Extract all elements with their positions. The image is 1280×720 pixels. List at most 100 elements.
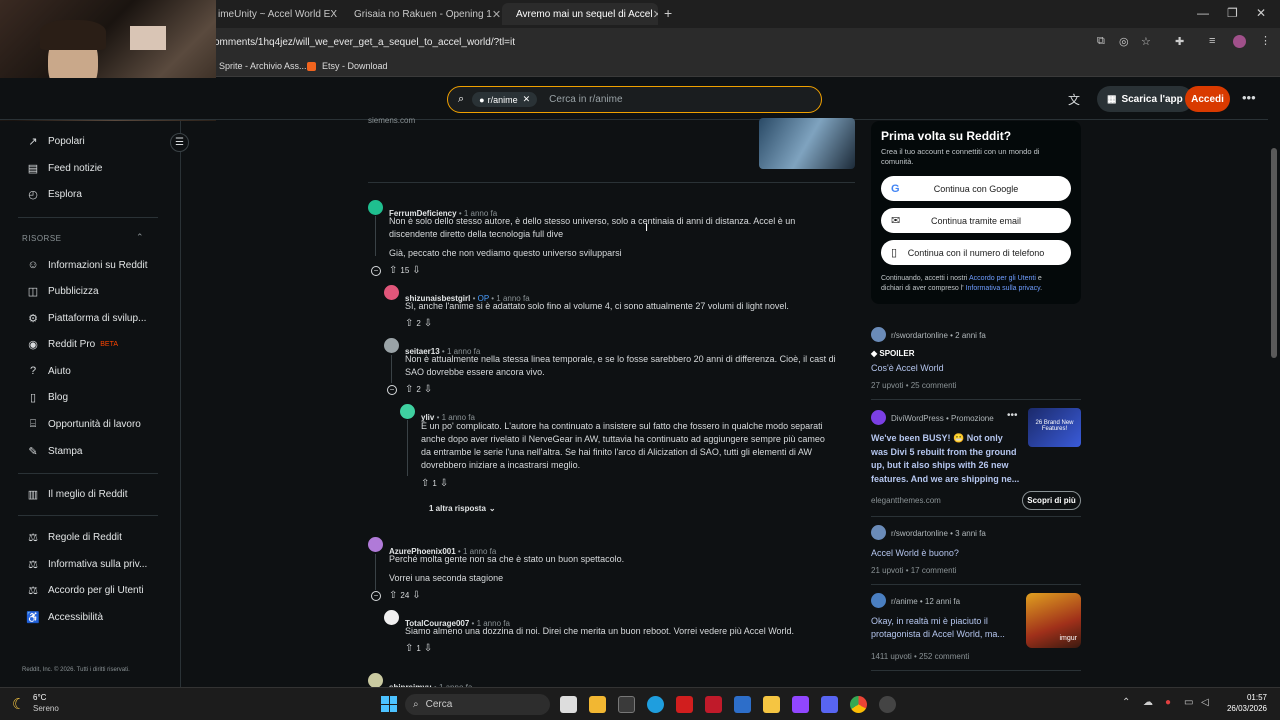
- chip-close-icon[interactable]: ✕: [523, 94, 531, 105]
- collapse-thread-icon[interactable]: −: [371, 591, 381, 601]
- sidebar-item-help[interactable]: ? Aiuto: [26, 365, 71, 377]
- collapse-thread-icon[interactable]: −: [387, 385, 397, 395]
- subreddit-avatar[interactable]: [871, 327, 886, 342]
- app-l-icon[interactable]: [676, 696, 693, 713]
- avatar[interactable]: [368, 200, 383, 215]
- card-subreddit[interactable]: r/anime • 12 anni fa: [891, 597, 960, 606]
- search-placeholder[interactable]: Cerca in r/anime: [549, 94, 622, 105]
- avatar[interactable]: [384, 285, 399, 300]
- chevron-up-icon[interactable]: ⌃: [1122, 697, 1130, 708]
- settings-icon[interactable]: [879, 696, 896, 713]
- clock-time[interactable]: 01:57: [1217, 693, 1267, 702]
- upvote-icon[interactable]: ⇧: [421, 478, 429, 489]
- card-title[interactable]: Okay, in realtà mi è piaciuto il protago…: [871, 615, 1005, 641]
- mail-app-icon[interactable]: [734, 696, 751, 713]
- downvote-icon[interactable]: ⇩: [440, 478, 448, 489]
- weather-moon-icon[interactable]: ☾: [12, 695, 25, 713]
- ad-domain[interactable]: siemens.com: [368, 116, 415, 125]
- clock-date[interactable]: 26/03/2026: [1217, 704, 1267, 713]
- card-thumbnail[interactable]: imgur: [1026, 593, 1081, 648]
- sidebar-item-explore[interactable]: ◴ Esplora: [26, 188, 82, 201]
- subreddit-avatar[interactable]: [871, 525, 886, 540]
- search-bar[interactable]: ⌕ ● r/anime ✕ Cerca in r/anime: [447, 86, 822, 113]
- task-view-icon[interactable]: [560, 696, 577, 713]
- url-field[interactable]: omments/1hq4jez/will_we_ever_get_a_seque…: [214, 37, 515, 48]
- ad-thumbnail[interactable]: [759, 118, 855, 169]
- weather-temp[interactable]: 6°C: [33, 693, 46, 702]
- extensions-icon[interactable]: ✚: [1175, 35, 1184, 48]
- minimize-icon[interactable]: —: [1197, 6, 1209, 20]
- user-agreement-link[interactable]: Accordo per gli Utenti: [969, 275, 1036, 282]
- more-options-icon[interactable]: •••: [1007, 410, 1018, 421]
- upvote-icon[interactable]: ⇧: [405, 643, 413, 654]
- more-options-icon[interactable]: •••: [1242, 90, 1256, 105]
- windows-start-icon[interactable]: [381, 696, 397, 712]
- continue-email-button[interactable]: ✉ Continua tramite email: [881, 208, 1071, 233]
- advertiser-avatar[interactable]: [871, 410, 886, 425]
- promo-domain[interactable]: elegantthemes.com: [871, 496, 941, 505]
- collapse-sidebar-icon[interactable]: ☰: [170, 133, 189, 152]
- upvote-icon[interactable]: ⇧: [389, 265, 397, 276]
- upvote-icon[interactable]: ⇧: [389, 590, 397, 601]
- weather-text[interactable]: Sereno: [33, 704, 59, 713]
- eye-off-icon[interactable]: ◎: [1119, 35, 1129, 48]
- upvote-icon[interactable]: ⇧: [405, 318, 413, 329]
- sidebar-item-reddit-pro[interactable]: ◉ Reddit Pro BETA: [26, 338, 118, 351]
- get-app-button[interactable]: ▦ Scarica l'app: [1097, 86, 1193, 112]
- profile-avatar[interactable]: [1233, 35, 1246, 48]
- card-title[interactable]: Accel World è buono?: [871, 548, 959, 558]
- downvote-icon[interactable]: ⇩: [412, 590, 420, 601]
- sidebar-item-best-of[interactable]: ▥ Il meglio di Reddit: [26, 488, 128, 501]
- bookmark-sprite[interactable]: Sprite - Archivio Ass...: [219, 61, 307, 71]
- sidebar-item-privacy[interactable]: ⚖ Informativa sulla priv...: [26, 558, 147, 571]
- mcafee-icon[interactable]: [705, 696, 722, 713]
- menu-dots-icon[interactable]: ⋮: [1260, 34, 1271, 47]
- promo-thumbnail[interactable]: 26 Brand New Features!: [1028, 408, 1081, 447]
- page-scrollbar[interactable]: [1268, 78, 1280, 687]
- sidebar-item-advertise[interactable]: ◫ Pubblicizza: [26, 285, 99, 298]
- avatar[interactable]: [368, 673, 383, 688]
- volume-icon[interactable]: ◁: [1201, 697, 1209, 708]
- chrome-icon[interactable]: [850, 696, 867, 713]
- login-button[interactable]: Accedi: [1185, 86, 1230, 112]
- continue-google-button[interactable]: G Continua con Google: [881, 176, 1071, 201]
- taskbar-search[interactable]: ⌕ Cerca: [405, 694, 550, 715]
- sidebar-item-about[interactable]: ☺ Informazioni su Reddit: [26, 259, 147, 271]
- media-icon[interactable]: ≡: [1209, 35, 1215, 47]
- card-subreddit[interactable]: r/swordartonline • 2 anni fa: [891, 331, 986, 340]
- close-icon[interactable]: ✕: [653, 8, 658, 21]
- sidebar-item-blog[interactable]: ▯ Blog: [26, 391, 68, 404]
- edge-icon[interactable]: [647, 696, 664, 713]
- tab-animeunity[interactable]: imeUnity ~ Accel World EX S✕: [210, 3, 338, 25]
- restore-icon[interactable]: ❐: [1227, 6, 1238, 20]
- network-icon[interactable]: ▭: [1184, 697, 1193, 708]
- bookmark-etsy[interactable]: Etsy - Download: [307, 61, 388, 71]
- subreddit-chip[interactable]: ● r/anime ✕: [472, 92, 538, 107]
- learn-more-button[interactable]: Scopri di più: [1022, 491, 1081, 510]
- card-subreddit[interactable]: DiviWordPress • Promozione: [891, 414, 994, 423]
- chevron-up-icon[interactable]: ⌃: [136, 232, 144, 243]
- sidebar-item-developer[interactable]: ⚙ Piattaforma di svilup...: [26, 312, 146, 325]
- cloud-icon[interactable]: ☁: [1143, 697, 1153, 708]
- avatar[interactable]: [400, 404, 415, 419]
- mic-icon[interactable]: ●: [1165, 697, 1171, 708]
- sidebar-item-user-agreement[interactable]: ⚖ Accordo per gli Utenti: [26, 584, 144, 597]
- avatar[interactable]: [384, 610, 399, 625]
- downvote-icon[interactable]: ⇩: [424, 384, 432, 395]
- promo-title[interactable]: We've been BUSY! 😬 Not only was Divi 5 r…: [871, 432, 1019, 486]
- sidebar-item-rules[interactable]: ⚖ Regole di Reddit: [26, 531, 122, 544]
- subreddit-avatar[interactable]: [871, 593, 886, 608]
- avatar[interactable]: [384, 338, 399, 353]
- downvote-icon[interactable]: ⇩: [424, 318, 432, 329]
- install-icon[interactable]: ⧉: [1097, 35, 1105, 48]
- downvote-icon[interactable]: ⇩: [412, 265, 420, 276]
- collapse-thread-icon[interactable]: −: [371, 266, 381, 276]
- tab-reddit-active[interactable]: Avremo mai un sequel di Accel ✕: [502, 3, 658, 25]
- close-icon[interactable]: ✕: [492, 8, 500, 21]
- twitch-icon[interactable]: [792, 696, 809, 713]
- upvote-icon[interactable]: ⇧: [405, 384, 413, 395]
- file-explorer-icon[interactable]: [589, 696, 606, 713]
- card-title[interactable]: Cos'è Accel World: [871, 363, 944, 373]
- discord-icon[interactable]: [821, 696, 838, 713]
- sidebar-item-press[interactable]: ✎ Stampa: [26, 445, 82, 458]
